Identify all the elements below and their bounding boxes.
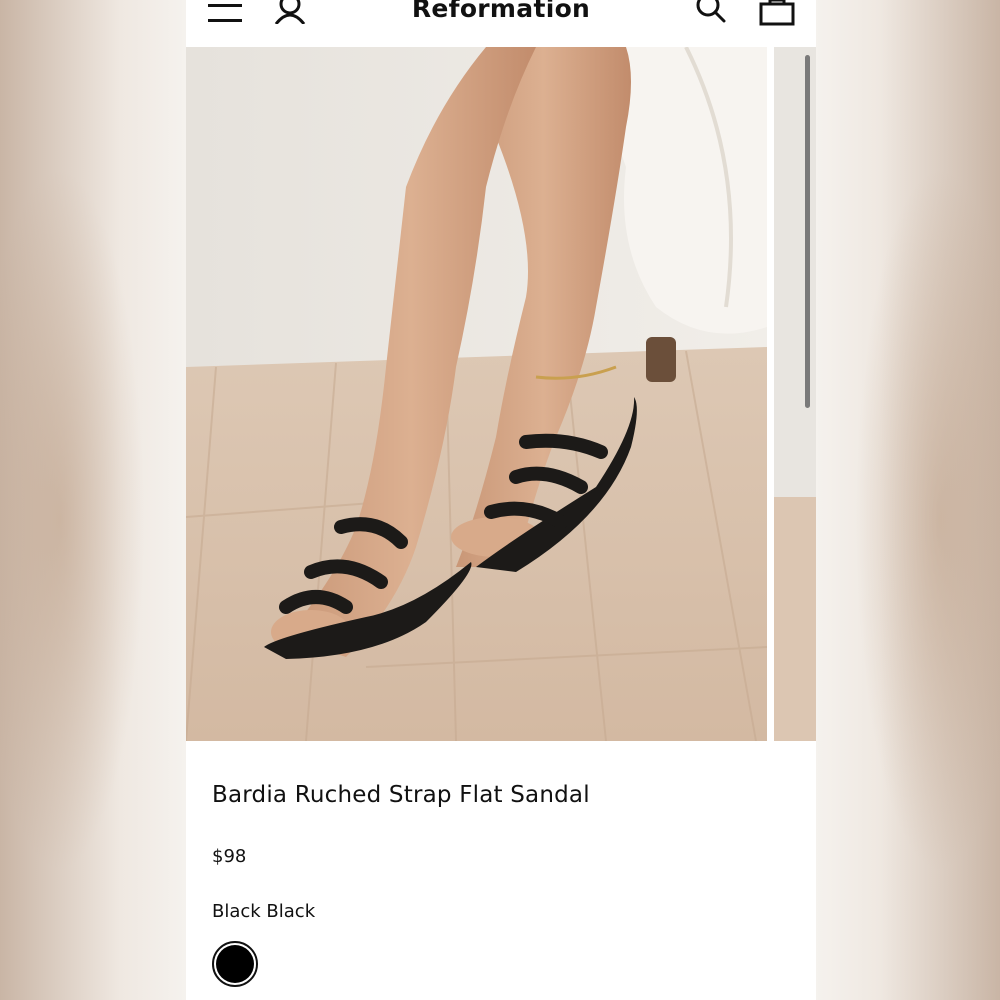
color-swatch-black[interactable] <box>212 941 258 987</box>
product-image-gallery[interactable] <box>186 47 816 741</box>
product-price: $98 <box>212 846 247 867</box>
search-icon[interactable] <box>695 0 727 24</box>
product-page: Reformation Bardia Ruched Strap Flat San… <box>186 0 816 1000</box>
product-title: Bardia Ruched Strap Flat Sandal <box>212 782 590 808</box>
top-nav-bar: Reformation <box>186 0 816 47</box>
color-swatch-fill <box>216 945 254 983</box>
color-label: Black Black <box>212 901 316 922</box>
scrollbar[interactable] <box>805 55 810 408</box>
product-photo-sandal[interactable] <box>186 47 767 741</box>
bag-icon[interactable] <box>758 0 796 26</box>
